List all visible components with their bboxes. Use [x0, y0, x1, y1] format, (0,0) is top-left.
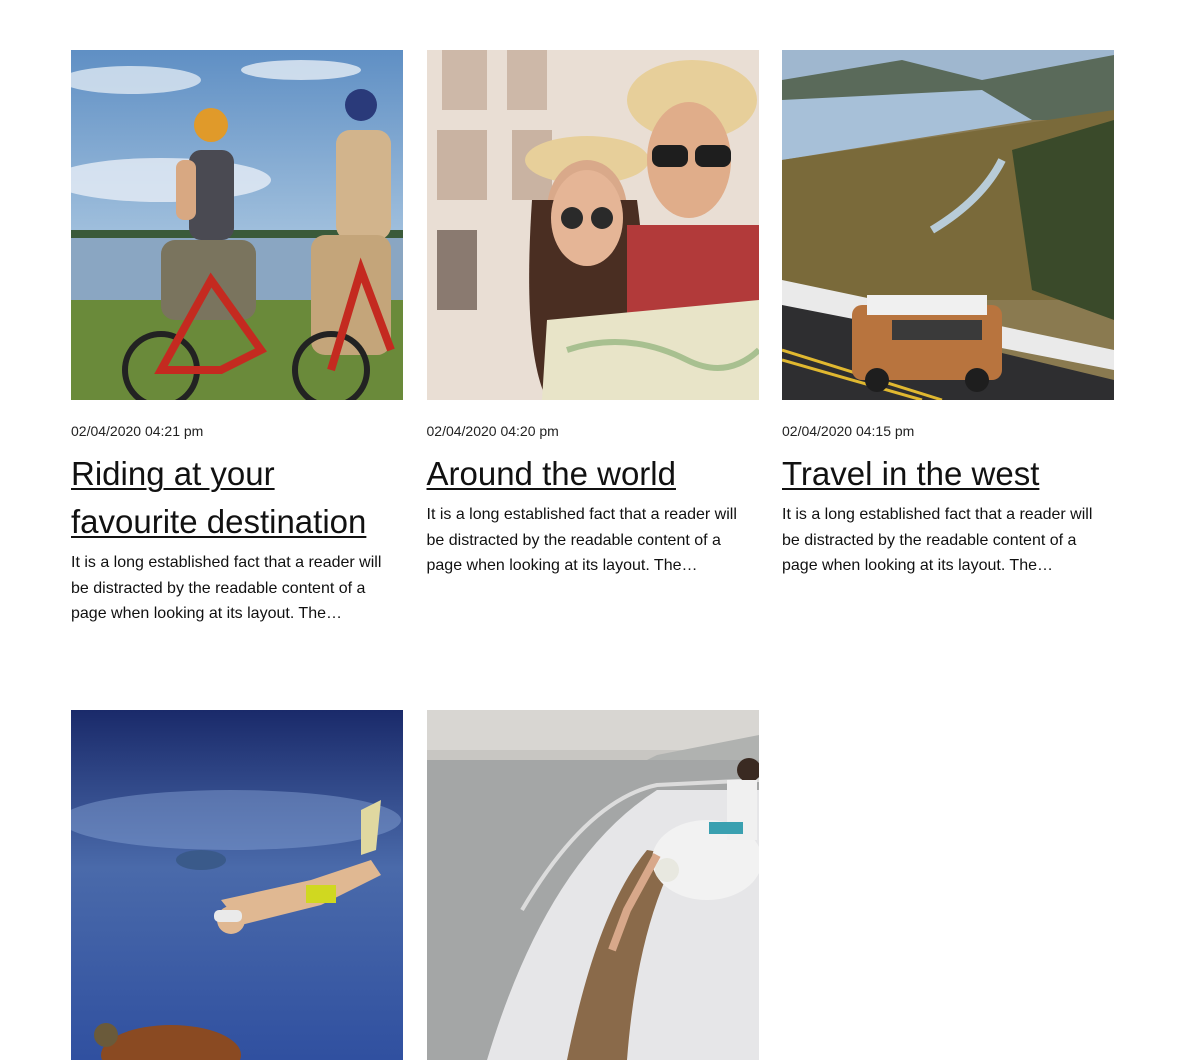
post-title-link[interactable]: Travel in the west: [782, 450, 1114, 498]
post-title-link[interactable]: Riding at your favourite destination: [71, 450, 403, 546]
post-title-link[interactable]: Around the world: [427, 450, 759, 498]
post-excerpt: It is a long established fact that a rea…: [71, 554, 382, 622]
post-card: 02/04/2020 04:21 pm Riding at your favou…: [71, 50, 403, 627]
row-spacer: [71, 627, 1114, 710]
post-card: [426, 709, 759, 1060]
post-excerpt: It is a long established fact that a rea…: [782, 506, 1093, 574]
post-date: 02/04/2020 04:15 pm: [782, 423, 915, 439]
post-excerpt: It is a long established fact that a rea…: [426, 506, 737, 574]
post-thumbnail[interactable]: [71, 50, 403, 400]
couple-map-photo: [426, 50, 759, 400]
yacht-photo: [426, 709, 759, 1060]
post-date: 02/04/2020 04:21 pm: [71, 423, 204, 439]
cycling-photo: [71, 50, 403, 400]
post-thumbnail[interactable]: [782, 50, 1114, 400]
post-card: 02/04/2020 04:20 pm Around the world It …: [426, 50, 759, 627]
post-thumbnail[interactable]: [426, 50, 759, 400]
post-grid: 02/04/2020 04:21 pm Riding at your favou…: [71, 50, 1114, 1060]
post-date: 02/04/2020 04:20 pm: [426, 423, 559, 439]
underwater-photo: [71, 709, 403, 1060]
post-card: 02/04/2020 04:15 pm Travel in the west I…: [782, 50, 1114, 627]
van-road-photo: [782, 50, 1114, 400]
post-card: [71, 709, 403, 1060]
post-thumbnail[interactable]: [426, 709, 759, 1060]
post-thumbnail[interactable]: [71, 709, 403, 1060]
